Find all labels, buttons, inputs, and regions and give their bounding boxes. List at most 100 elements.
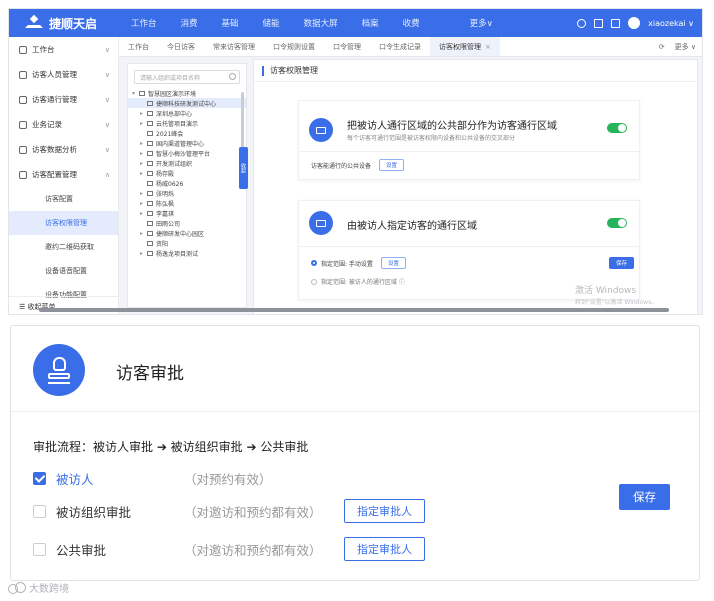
- set-manual-button[interactable]: 设置: [380, 257, 406, 269]
- tree-fold-handle[interactable]: 收起: [239, 147, 248, 189]
- user-name[interactable]: xiaozekai ∨: [648, 19, 694, 28]
- collapse-menu-button[interactable]: ☰ 收起菜单: [9, 296, 118, 314]
- folder-icon: [147, 210, 153, 216]
- top-nav-item[interactable]: 收费: [391, 17, 432, 29]
- folder-icon: [147, 180, 153, 186]
- refresh-icon[interactable]: ⟳: [659, 43, 665, 51]
- top-nav-item[interactable]: 储能: [251, 17, 292, 29]
- sidebar-sub-voice[interactable]: 设备语音配置: [9, 259, 118, 283]
- windows-activation-hint: 转到"设置"以激活 Windows。: [575, 299, 658, 306]
- tab-permission-manage[interactable]: 访客权限管理 ×: [430, 37, 500, 56]
- tab-workbench[interactable]: 工作台: [119, 37, 158, 56]
- approval-header: 访客审批: [11, 326, 699, 412]
- assign-org-approver-button[interactable]: 指定审批人: [344, 499, 425, 523]
- tree-node[interactable]: ▸ 张明烁: [128, 188, 246, 198]
- top-nav-item[interactable]: 档案: [350, 17, 391, 29]
- public-approval-checkbox[interactable]: [33, 542, 46, 556]
- option-note: （对预约有效）: [184, 471, 272, 487]
- tree-node[interactable]: ▸ 杨存殿: [128, 168, 246, 178]
- tree-expand-icon: ▸: [140, 139, 144, 147]
- sidebar-item-analytics[interactable]: 访客数据分析 ∨: [9, 137, 118, 162]
- sidebar-item-records[interactable]: 业务记录 ∨: [9, 112, 118, 137]
- folder-icon: [147, 160, 153, 166]
- top-nav-item[interactable]: 消费: [169, 17, 210, 29]
- sidebar-sub-permission[interactable]: 访客权限管理: [9, 211, 118, 235]
- search-icon[interactable]: [229, 73, 236, 80]
- top-nav-item[interactable]: 数据大屏: [292, 17, 350, 29]
- tree-node[interactable]: ▸ 陈弘枫: [128, 198, 246, 208]
- org-approval-checkbox[interactable]: [33, 504, 46, 518]
- tree-node[interactable]: ▸ 智慧小梅沙管理平台: [128, 148, 246, 158]
- tree-node[interactable]: 2021峰会: [128, 128, 246, 138]
- tree-node[interactable]: ▸ 深圳总部中心: [128, 108, 246, 118]
- tab-frequent-visitors[interactable]: 常来访客管理: [204, 37, 264, 56]
- mail-icon[interactable]: [611, 18, 621, 28]
- people-icon: [19, 70, 27, 79]
- tab-password-rules[interactable]: 口令规则设置: [264, 37, 324, 56]
- brand-name: 捷顺天启: [49, 16, 98, 31]
- tree-node-label: 李嘉琪: [156, 210, 175, 218]
- tree-node[interactable]: ▸ 国内渠道管理中心: [128, 138, 246, 148]
- tree-node[interactable]: 资阳: [128, 238, 246, 248]
- horizontal-scrollbar[interactable]: [39, 308, 669, 312]
- sidebar-sub-visitor-config[interactable]: 访客配置: [9, 187, 118, 211]
- tree-node[interactable]: ▸ 云托管项目演示: [128, 118, 246, 128]
- tree-node[interactable]: 杨威0626: [128, 178, 246, 188]
- tree-node[interactable]: ▸ 杨逸龙项目测试: [128, 248, 246, 258]
- download-icon[interactable]: [594, 18, 604, 28]
- tree-node-label: 杨逸龙项目测试: [156, 250, 199, 258]
- host-specified-toggle[interactable]: [607, 218, 627, 228]
- tree-node[interactable]: ▸ 开发测试组织: [128, 158, 246, 168]
- top-nav-item[interactable]: 工作台: [119, 17, 169, 29]
- option-host-area[interactable]: 指定范围: 被访人的通行区域 ⓘ: [311, 277, 405, 286]
- folder-icon: [147, 120, 153, 126]
- tree-node-selected[interactable]: 捷顺科技研发测试中心: [128, 98, 246, 108]
- tree-node[interactable]: 田雨公司: [128, 218, 246, 228]
- tree-node[interactable]: ▸ 捷顺研发中心园区: [128, 228, 246, 238]
- sidebar-item-label: 访客通行管理: [32, 95, 77, 104]
- settings-icon[interactable]: [577, 18, 587, 28]
- option-manual[interactable]: 指定范围: 手动设置 设置: [311, 257, 406, 269]
- tree-search-input[interactable]: 请输入组织或项目名称: [134, 70, 240, 84]
- approval-option-org: 被访组织审批 （对邀访和预约都有效） 指定审批人: [33, 499, 425, 523]
- folder-icon: [147, 170, 153, 176]
- windows-activation-watermark: 激活 Windows: [575, 286, 637, 296]
- save-button[interactable]: 保存: [619, 484, 670, 510]
- brand-logo[interactable]: 捷顺天启: [9, 15, 119, 32]
- radio-checked[interactable]: [311, 260, 317, 266]
- tree-node[interactable]: ▾ 智慧园区演示环境: [128, 88, 246, 98]
- top-navigation-bar: 捷顺天启 工作台 消费 基础 储能 数据大屏 档案 收费 更多∨ xiaozek…: [9, 9, 702, 37]
- sidebar-sub-qrcode[interactable]: 邀约二维码获取: [9, 235, 118, 259]
- tree-node-label: 张明烁: [156, 190, 175, 198]
- public-area-toggle[interactable]: [607, 123, 627, 133]
- tree-expand-icon: ▸: [140, 159, 144, 167]
- tree-node-label: 杨存殿: [156, 170, 175, 178]
- option-note: （对邀访和预约都有效）: [184, 542, 322, 558]
- host-approval-checkbox[interactable]: [33, 471, 46, 485]
- sidebar-item-dashboard[interactable]: 工作台 ∨: [9, 37, 118, 62]
- tab-password-records[interactable]: 口令生成记录: [370, 37, 430, 56]
- avatar[interactable]: [628, 17, 641, 29]
- chevron-down-icon: ∨: [104, 95, 110, 104]
- tree-node[interactable]: ▸ 李嘉琪: [128, 208, 246, 218]
- org-tree-panel: 请输入组织或项目名称 ▾ 智慧园区演示环境 捷顺科技研发测试中心 ▸ 深圳总部中心 …: [127, 63, 247, 308]
- radio-unchecked[interactable]: [311, 278, 317, 285]
- folder-icon: [147, 200, 153, 206]
- set-public-device-button[interactable]: 设置: [379, 159, 405, 171]
- card-save-button[interactable]: 保存: [609, 257, 635, 269]
- tab-today-visitors[interactable]: 今日访客: [158, 37, 204, 56]
- tree-scrollbar[interactable]: [241, 92, 244, 152]
- chevron-up-icon: ∧: [104, 170, 110, 179]
- top-nav-more[interactable]: 更多∨: [458, 17, 505, 29]
- sidebar-item-config[interactable]: 访客配置管理 ∧: [9, 162, 118, 187]
- close-icon[interactable]: ×: [485, 43, 491, 51]
- tab-label: 访客权限管理: [439, 42, 481, 51]
- top-nav-item[interactable]: 基础: [210, 17, 251, 29]
- sidebar-item-visitor-people[interactable]: 访客人员管理 ∨: [9, 62, 118, 87]
- folder-icon: [147, 150, 153, 156]
- tabs-more[interactable]: 更多 ∨: [675, 42, 696, 52]
- tree-node-label: 智慧小梅沙管理平台: [156, 150, 211, 158]
- sidebar-item-visitor-access[interactable]: 访客通行管理 ∨: [9, 87, 118, 112]
- assign-public-approver-button[interactable]: 指定审批人: [344, 537, 425, 561]
- tab-password-manage[interactable]: 口令管理: [324, 37, 370, 56]
